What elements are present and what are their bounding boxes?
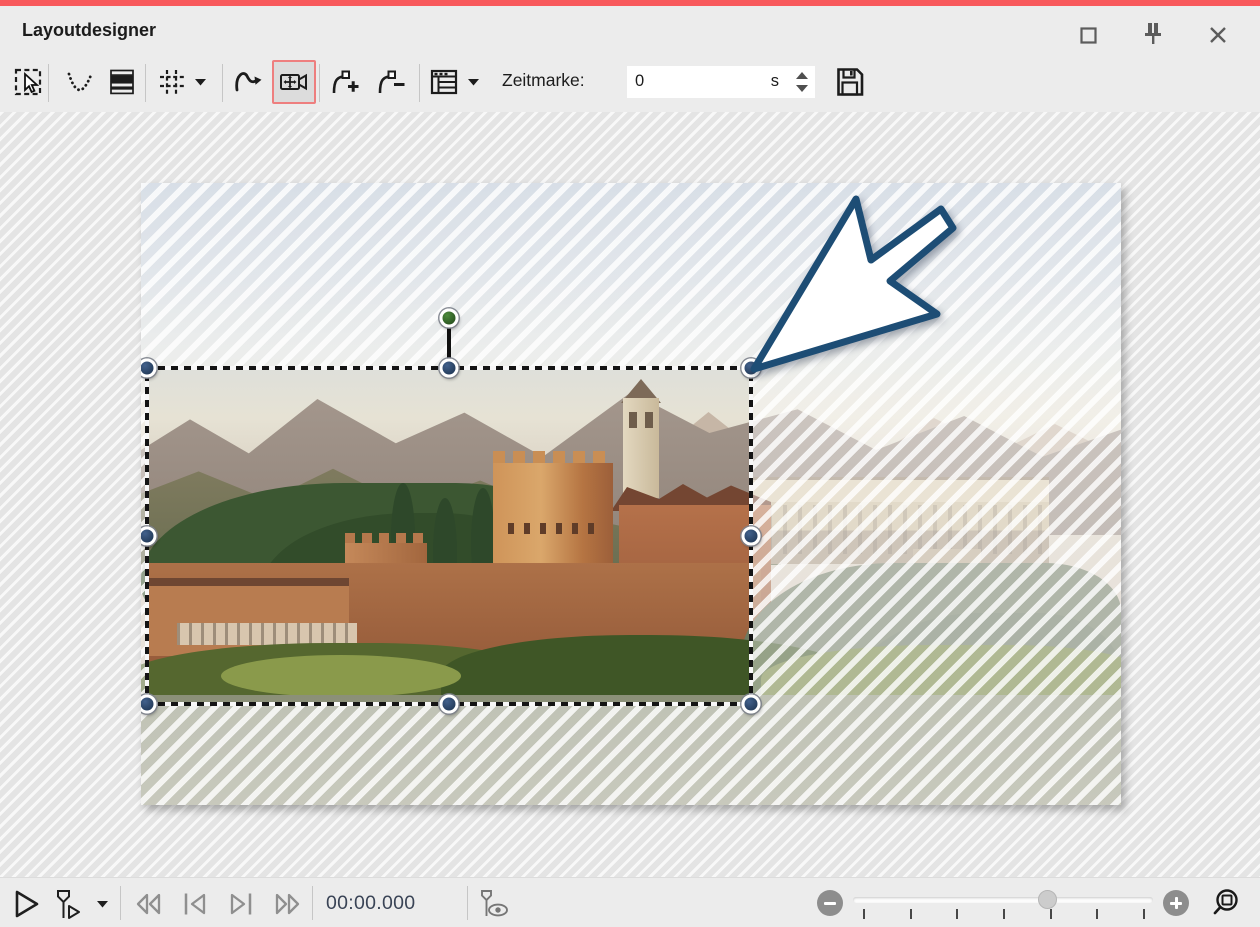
jump-back-button[interactable] — [130, 886, 168, 922]
spinner-up-icon[interactable] — [796, 72, 808, 79]
camera-pan-button[interactable] — [272, 60, 316, 104]
pin-button[interactable] — [1136, 20, 1170, 50]
jump-back-icon — [134, 889, 164, 919]
timemark-value: 0 — [635, 72, 644, 91]
titlebar: Layoutdesigner — [0, 6, 1260, 58]
timemark-spinner[interactable] — [794, 69, 810, 95]
jump-forward-button[interactable] — [268, 886, 306, 922]
zoom-slider-tick — [1143, 909, 1145, 919]
layoutdesigner-window: Layoutdesigner — [0, 0, 1260, 927]
save-button[interactable] — [828, 60, 872, 104]
zoom-in-button[interactable] — [1163, 890, 1189, 916]
object-list-button[interactable] — [422, 60, 466, 104]
zoom-slider-tick — [863, 909, 865, 919]
transport-bar: 00:00.000 — [0, 877, 1260, 927]
transport-separator — [312, 886, 313, 920]
image-selection[interactable] — [147, 368, 751, 704]
resize-handle-middle-right[interactable] — [742, 527, 761, 546]
remove-path-point-icon — [373, 65, 407, 99]
transport-separator — [120, 886, 121, 920]
motion-path-icon — [231, 65, 265, 99]
pin-icon — [1142, 22, 1164, 48]
maximize-button[interactable] — [1071, 20, 1105, 50]
resize-handle-bottom-right[interactable] — [742, 695, 761, 714]
zoom-out-button[interactable] — [817, 890, 843, 916]
go-to-start-button[interactable] — [176, 886, 214, 922]
keyframe-curve-button[interactable] — [58, 60, 102, 104]
save-icon — [832, 64, 868, 100]
annotation-arrow — [690, 183, 980, 388]
zoom-slider-tick — [956, 909, 958, 919]
layout-workspace — [0, 112, 1260, 877]
keyframe-curve-icon — [63, 65, 97, 99]
toolbar-separator — [419, 64, 420, 102]
toolbar-separator — [145, 64, 146, 102]
select-tool-button[interactable] — [6, 60, 50, 104]
window-title: Layoutdesigner — [22, 20, 156, 41]
go-to-end-button[interactable] — [222, 886, 260, 922]
object-list-icon — [427, 65, 461, 99]
zoom-slider-tick — [1096, 909, 1098, 919]
resize-handle-bottom-center[interactable] — [440, 695, 459, 714]
scene — [147, 368, 751, 704]
scene-layer — [177, 623, 357, 645]
toolbar-separator — [48, 64, 49, 102]
object-layers-button[interactable] — [100, 60, 144, 104]
resize-handle-top-center[interactable] — [440, 359, 459, 378]
timemark-input[interactable]: 0 s — [627, 66, 815, 98]
toolbar: Zeitmarke: 0 s — [0, 58, 1260, 112]
scene-layer — [623, 398, 659, 498]
play-from-timemark-icon — [54, 888, 84, 920]
play-button[interactable] — [6, 886, 44, 922]
time-display: 00:00.000 — [326, 892, 415, 915]
select-tool-icon — [11, 65, 45, 99]
timemark-label: Zeitmarke: — [502, 70, 585, 91]
remove-path-point-button[interactable] — [368, 60, 412, 104]
grid-dropdown[interactable] — [194, 78, 206, 86]
plus-icon — [1175, 897, 1178, 909]
transport-separator — [467, 886, 468, 920]
zoom-slider-tick — [910, 909, 912, 919]
zoom-slider-track[interactable] — [853, 897, 1153, 903]
minus-icon — [824, 902, 836, 905]
camera-pan-icon — [277, 65, 311, 99]
toolbar-separator — [222, 64, 223, 102]
scene-layer — [221, 655, 461, 697]
rotation-handle[interactable] — [440, 309, 459, 328]
grid-button[interactable] — [150, 60, 194, 104]
view-at-timemark-icon — [479, 888, 511, 920]
spinner-down-icon[interactable] — [796, 85, 808, 92]
maximize-icon — [1080, 27, 1097, 44]
timemark-unit: s — [771, 72, 779, 91]
zoom-slider[interactable] — [853, 878, 1153, 927]
close-icon — [1209, 26, 1227, 44]
chevron-down-icon — [97, 901, 108, 908]
play-options-dropdown[interactable] — [96, 900, 108, 908]
motion-path-button[interactable] — [226, 60, 270, 104]
zoom-fit-icon — [1211, 887, 1243, 919]
toolbar-separator — [319, 64, 320, 102]
chevron-down-icon — [468, 79, 479, 86]
go-to-end-icon — [226, 889, 256, 919]
selection-viewport — [147, 368, 751, 704]
chevron-down-icon — [195, 79, 206, 86]
add-path-point-icon — [327, 65, 361, 99]
add-path-point-button[interactable] — [322, 60, 366, 104]
zoom-slider-ticks — [853, 909, 1153, 921]
object-layers-icon — [105, 65, 139, 99]
play-from-timemark-button[interactable] — [50, 886, 88, 922]
zoom-slider-tick — [1050, 909, 1052, 919]
zoom-slider-thumb[interactable] — [1038, 890, 1057, 909]
zoom-fit-button[interactable] — [1208, 885, 1246, 921]
view-at-timemark-button[interactable] — [476, 886, 514, 922]
jump-forward-icon — [272, 889, 302, 919]
close-button[interactable] — [1201, 20, 1235, 50]
zoom-slider-tick — [1003, 909, 1005, 919]
object-list-dropdown[interactable] — [467, 78, 479, 86]
go-to-start-icon — [180, 889, 210, 919]
play-icon — [9, 888, 41, 920]
grid-icon — [155, 65, 189, 99]
